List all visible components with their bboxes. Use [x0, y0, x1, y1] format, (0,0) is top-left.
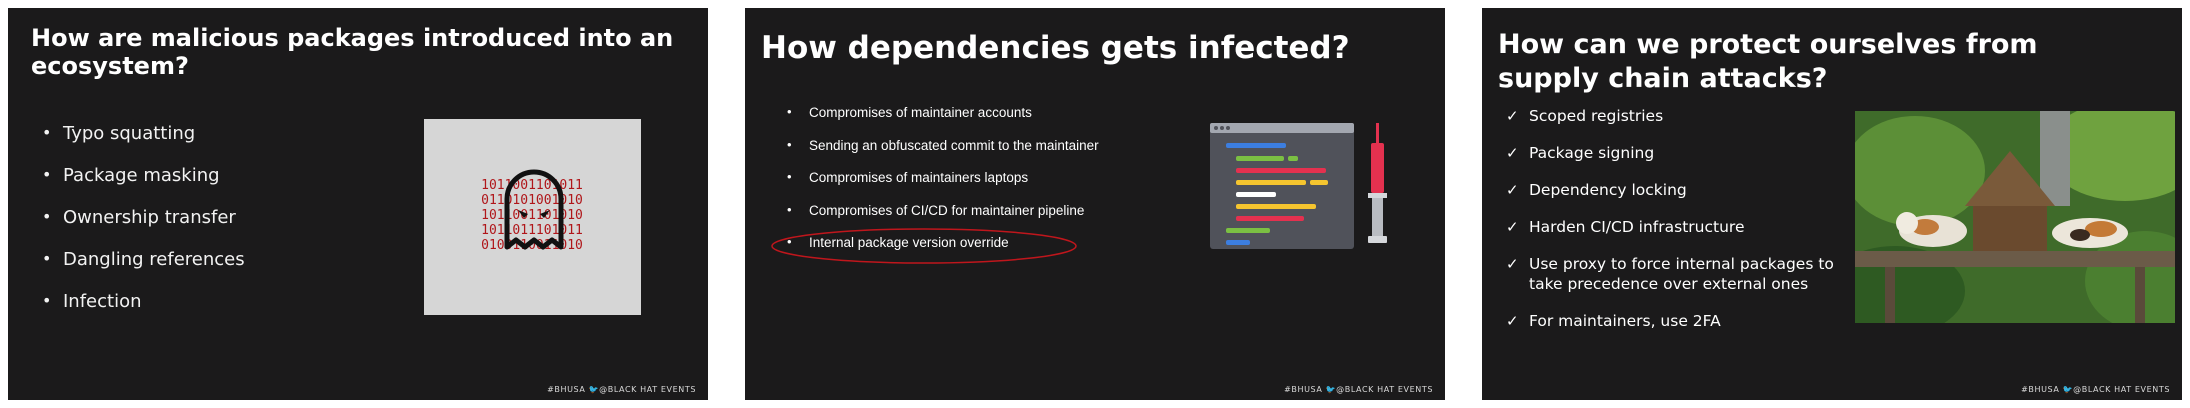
- footer-hashtag: #BHUSA 🐦@BLACK HAT EVENTS: [2021, 385, 2170, 394]
- list-item: ✓ Scoped registries: [1506, 106, 1839, 126]
- list-item: Infection: [42, 291, 245, 333]
- list-item: ✓ Use proxy to force internal packages to…: [1506, 254, 1839, 294]
- check-icon: ✓: [1506, 144, 1519, 162]
- list-item: Typo squatting: [42, 123, 245, 165]
- binary-row: 1011001101011: [481, 178, 583, 193]
- list-item: Compromises of maintainers laptops: [787, 169, 1099, 203]
- footer-hashtag: #BHUSA 🐦@BLACK HAT EVENTS: [1284, 385, 1433, 394]
- list-item: ✓ For maintainers, use 2FA: [1506, 311, 1839, 331]
- syringe-icon: [1368, 123, 1387, 243]
- slide-title: How can we protect ourselves from supply…: [1498, 29, 2038, 94]
- list-item: Compromises of maintainer accounts: [787, 104, 1099, 138]
- check-icon: ✓: [1506, 107, 1519, 125]
- list-item-label: Scoped registries: [1529, 107, 1664, 125]
- list-item: ✓ Dependency locking: [1506, 180, 1839, 200]
- list-item: Package masking: [42, 165, 245, 207]
- check-icon: ✓: [1506, 181, 1519, 199]
- code-editor-icon: [1210, 123, 1387, 249]
- ghost-illustration: 1011001101011 0110101001010 101100110101…: [424, 119, 641, 315]
- check-icon: ✓: [1506, 255, 1519, 273]
- slide-title: How are malicious packages introduced in…: [31, 24, 674, 80]
- bullet-list: Typo squatting Package masking Ownership…: [42, 123, 245, 333]
- list-item-label: For maintainers, use 2FA: [1529, 312, 1721, 330]
- slide-protect-supply-chain: How can we protect ourselves from supply…: [1482, 8, 2182, 400]
- list-item-label: Use proxy to force internal packages to …: [1529, 255, 1834, 293]
- binary-row: 0110101001010: [481, 193, 583, 208]
- check-icon: ✓: [1506, 218, 1519, 236]
- cat-birdhouse-photo: [1855, 111, 2175, 323]
- slide-malicious-packages: How are malicious packages introduced in…: [8, 8, 708, 400]
- list-item-label: Dependency locking: [1529, 181, 1687, 199]
- list-item: Dangling references: [42, 249, 245, 291]
- checklist: ✓ Scoped registries ✓ Package signing ✓ Dep…: [1506, 106, 1839, 348]
- binary-row: 1011001101010: [481, 208, 583, 223]
- footer-hashtag: #BHUSA 🐦@BLACK HAT EVENTS: [547, 385, 696, 394]
- list-item: Sending an obfuscated commit to the main…: [787, 137, 1099, 171]
- list-item: ✓ Harden CI/CD infrastructure: [1506, 217, 1839, 237]
- list-item-label: Harden CI/CD infrastructure: [1529, 218, 1745, 236]
- list-item: Ownership transfer: [42, 207, 245, 249]
- highlight-ellipse: [771, 228, 1077, 264]
- slide-dependencies-infected: How dependencies gets infected? Compromi…: [745, 8, 1445, 400]
- list-item: ✓ Package signing: [1506, 143, 1839, 163]
- binary-row: 1011011101011: [481, 223, 583, 238]
- check-icon: ✓: [1506, 312, 1519, 330]
- slide-title: How dependencies gets infected?: [761, 30, 1350, 66]
- list-item-label: Package signing: [1529, 144, 1655, 162]
